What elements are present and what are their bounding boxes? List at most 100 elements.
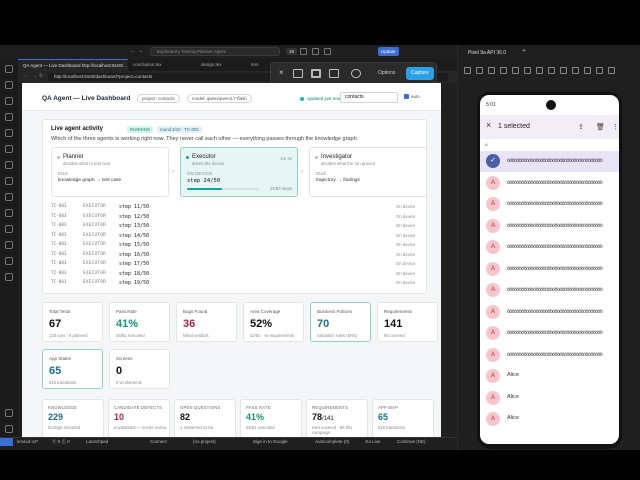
nav-arrows-icon[interactable]: ← →: [130, 48, 144, 54]
database-icon[interactable]: [5, 225, 13, 233]
kpi-card[interactable]: KNOWLEDGE 229 findings recorded: [42, 399, 104, 439]
volume-down-icon[interactable]: [488, 67, 495, 74]
tab-conclusion[interactable]: conclusion.tex: [128, 59, 196, 71]
remote-icon[interactable]: [5, 145, 13, 153]
kpi-value-suffix: /141: [322, 416, 334, 422]
problems-indicator[interactable]: ⓪ 0 ⚠ 0: [52, 439, 70, 445]
delete-icon[interactable]: 🗑: [596, 123, 605, 131]
kpi-card[interactable]: APP MAP 65 615 transitions: [372, 399, 434, 439]
tab-design[interactable]: design.tex: [196, 59, 246, 71]
account-icon[interactable]: [5, 409, 13, 417]
chat-icon[interactable]: [5, 193, 13, 201]
kpi-sub: 1 answered so far: [180, 425, 214, 430]
capture-screen-icon[interactable]: [329, 69, 339, 78]
google-signin-button[interactable]: Sign in to Google: [253, 439, 288, 444]
capture-button[interactable]: Capture: [406, 67, 434, 80]
contact-row[interactable]: A öööööööööööööööööööööööööööööööööööööö…: [480, 259, 619, 280]
overview-button-icon[interactable]: [548, 67, 555, 74]
screenshot-icon[interactable]: [560, 67, 567, 74]
contact-row[interactable]: A öööööööööööööööööööööööööööööööööööööö…: [480, 280, 619, 301]
go-live-button[interactable]: Go Live: [365, 439, 381, 444]
checkbox-icon[interactable]: [404, 94, 409, 100]
stat-card[interactable]: Area Coverage 52% 42/81 · vs requirement…: [243, 302, 304, 342]
contact-row[interactable]: A öööööööööööööööööööööööööööööööööööööö…: [480, 216, 619, 237]
update-button[interactable]: Update: [378, 47, 399, 56]
kpi-card[interactable]: REQUIREMENTS 78/141 ever covered · 98 th…: [306, 399, 368, 439]
cloud-icon[interactable]: [5, 241, 13, 249]
reload-icon[interactable]: ↻: [39, 73, 43, 79]
extensions-icon[interactable]: [5, 129, 13, 137]
forward-icon[interactable]: →: [32, 73, 37, 79]
contact-row[interactable]: A Alice: [480, 366, 619, 387]
contact-row[interactable]: A öööööööööööööööööööööööööööööööööööööö…: [480, 237, 619, 258]
source-control-icon[interactable]: [5, 97, 13, 105]
connect-button[interactable]: Connect: [150, 439, 167, 444]
launchpad-button[interactable]: Launchpad: [86, 439, 108, 444]
explorer-icon[interactable]: [5, 65, 13, 73]
display-icon[interactable]: [584, 67, 591, 74]
kpi-card[interactable]: OPEN QUESTIONS 82 1 answered so far: [174, 399, 236, 439]
sidebar-toggle-icon[interactable]: [312, 48, 319, 55]
testing-icon[interactable]: [5, 161, 13, 169]
rotate-right-icon[interactable]: [512, 67, 519, 74]
home-button-icon[interactable]: [536, 67, 543, 74]
stat-card[interactable]: Business Policies 70 validation rules (S…: [310, 302, 371, 342]
stat-sub: 0 UI elements: [116, 380, 142, 385]
continue-button[interactable]: Continue (NE): [397, 439, 426, 444]
rotate-left-icon[interactable]: [500, 67, 507, 74]
stat-card[interactable]: Pass Rate 41% 25/61 executed: [109, 302, 170, 342]
capture-region-icon[interactable]: [311, 69, 321, 78]
contact-row[interactable]: A öööööööööööööööööööööööööööööööööööööö…: [480, 345, 619, 366]
tab-dashboard[interactable]: QA Agent — Live Dashboard http://localho…: [18, 59, 128, 71]
remote-indicator[interactable]: [0, 438, 13, 446]
puzzle-icon[interactable]: [5, 209, 13, 217]
run-debug-icon[interactable]: [5, 113, 13, 121]
project-indicator[interactable]: {no project}: [193, 439, 216, 444]
volume-up-icon[interactable]: [476, 67, 483, 74]
record-icon[interactable]: [351, 69, 361, 78]
more-icon[interactable]: [608, 67, 615, 74]
stat-card[interactable]: Screens 0 0 UI elements: [109, 349, 170, 389]
contact-row[interactable]: ✓ öööööööööööööööööööööööööööööööööööööö…: [480, 151, 619, 172]
panel-toggle-icon[interactable]: [324, 48, 331, 55]
share-icon[interactable]: ⇪: [578, 123, 584, 131]
emulator-tab[interactable]: Pixel 9a API 36.0: [468, 50, 506, 56]
layout-icon[interactable]: [300, 48, 307, 55]
activity-heading: Live agent activity: [51, 126, 104, 132]
close-capture-icon[interactable]: ×: [279, 68, 284, 77]
project-search-input[interactable]: contacts: [340, 92, 398, 103]
kpi-card[interactable]: CANDIDATE DEFECTS 10 unvalidated — needs…: [108, 399, 170, 439]
timeline-icon[interactable]: [5, 273, 13, 281]
contact-row[interactable]: A öööööööööööööööööööööööööööööööööööööö…: [480, 194, 619, 215]
stat-card[interactable]: Bugs Found 36 failed verdicts: [176, 302, 237, 342]
back-button-icon[interactable]: [524, 67, 531, 74]
contact-row[interactable]: A öööööööööööööööööööööööööööööööööööööö…: [480, 323, 619, 344]
device-icon[interactable]: [5, 257, 13, 265]
stat-card[interactable]: App States 65 615 transitions: [42, 349, 103, 389]
stat-card[interactable]: Total Tests 67 133 runs · 6 planned: [42, 302, 103, 342]
settings-gear-icon[interactable]: [5, 425, 13, 433]
capture-window-icon[interactable]: [293, 69, 303, 78]
autocomplete-indicator[interactable]: Autocomplete (0): [315, 439, 349, 444]
log-location: On device: [396, 270, 416, 276]
camera-icon[interactable]: [572, 67, 579, 74]
wifi-icon[interactable]: [596, 67, 603, 74]
options-menu[interactable]: Options: [378, 70, 395, 76]
power-icon[interactable]: [464, 67, 471, 74]
close-selection-icon[interactable]: ×: [486, 120, 491, 130]
kpi-card[interactable]: PASS RATE 41% 25/61 executed: [240, 399, 302, 439]
back-icon[interactable]: ←: [24, 73, 29, 79]
search-icon[interactable]: [5, 81, 13, 89]
branch-indicator[interactable]: kmacd-v2*: [17, 439, 38, 444]
contact-row[interactable]: A Alice: [480, 409, 619, 430]
command-center[interactable]: Exploratory-Testing-Planner-Agent: [150, 47, 280, 56]
contact-row[interactable]: A Alice: [480, 388, 619, 409]
overflow-menu-icon[interactable]: ⋮: [612, 123, 619, 131]
notification-badge[interactable]: 19: [286, 48, 298, 55]
add-device-icon[interactable]: +: [522, 48, 526, 55]
contact-row[interactable]: A öööööööööööööööööööööööööööööööööööööö…: [480, 173, 619, 194]
stat-card[interactable]: Requirements 141 65 covered: [377, 302, 438, 342]
contact-row[interactable]: A öööööööööööööööööööööööööööööööööööööö…: [480, 302, 619, 323]
auto-refresh-toggle[interactable]: auto: [404, 94, 420, 100]
docker-icon[interactable]: [5, 177, 13, 185]
